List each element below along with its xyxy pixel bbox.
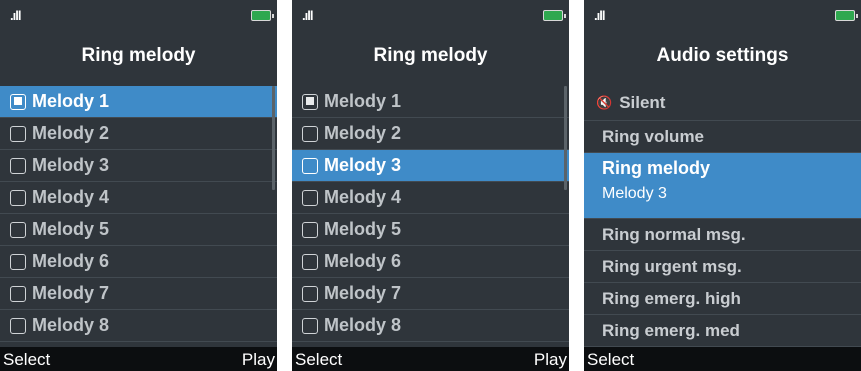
list-item-label: Melody 3 [32, 155, 110, 175]
checkbox-icon [302, 221, 318, 238]
checkbox-icon [10, 189, 26, 206]
checkbox-icon [302, 285, 318, 302]
battery-icon [835, 10, 858, 21]
list-item-label: Melody 5 [324, 219, 402, 239]
list-item-label: Ring emerg. high [602, 288, 741, 308]
list-item[interactable]: Melody 6 [0, 246, 277, 278]
list-item-ring-emerg-high[interactable]: Ring emerg. high [584, 283, 861, 315]
screen-title: Ring melody [81, 45, 196, 66]
melody-list: Melody 1 Melody 2 Melody 3 Melody 4 Melo… [0, 86, 277, 342]
checkbox-icon [10, 317, 26, 334]
select-softkey[interactable]: Select [587, 350, 634, 370]
list-item[interactable]: Melody 2 [0, 118, 277, 150]
list-item-label: Melody 5 [32, 219, 110, 239]
phone-screen-ring-melody-1: .ıll Ring melody Melody 1 Melody 2 Melod… [0, 0, 277, 371]
softkey-bar: Select Play [0, 347, 277, 371]
play-softkey[interactable]: Play [242, 350, 275, 370]
battery-icon [543, 10, 566, 21]
list-item-value: Melody 3 [602, 185, 667, 202]
list-item[interactable]: Melody 5 [292, 214, 569, 246]
list-item[interactable]: Melody 2 [292, 118, 569, 150]
list-item-label: Melody 1 [324, 91, 402, 111]
select-softkey[interactable]: Select [3, 350, 50, 370]
list-item-label: Silent [619, 93, 666, 112]
checkbox-icon [302, 157, 318, 174]
list-item-ring-urgent-msg[interactable]: Ring urgent msg. [584, 251, 861, 283]
list-item[interactable]: Melody 8 [292, 310, 569, 342]
melody-list: Melody 1 Melody 2 Melody 3 Melody 4 Melo… [292, 86, 569, 342]
list-item-label: Melody 7 [32, 283, 110, 303]
checkbox-icon [10, 125, 26, 142]
list-item-label: Ring urgent msg. [602, 256, 742, 276]
list-item[interactable]: Melody 7 [0, 278, 277, 310]
list-item[interactable]: Melody 1 [0, 86, 277, 118]
scrollbar[interactable] [564, 86, 567, 190]
list-item-label: Ring emerg. med [602, 320, 740, 340]
checkbox-icon [10, 253, 26, 270]
checkbox-icon [10, 157, 26, 174]
status-bar: .ıll [584, 0, 861, 36]
checkbox-icon [302, 253, 318, 270]
status-bar: .ıll [0, 0, 277, 36]
list-item-label: Melody 2 [32, 123, 110, 143]
list-item-label: Ring melody [602, 158, 711, 178]
list-item-label: Melody 8 [32, 315, 110, 335]
list-item[interactable]: Melody 6 [292, 246, 569, 278]
phone-screen-audio-settings: .ıll Audio settings 🔇 Silent Ring volume … [584, 0, 861, 371]
play-softkey[interactable]: Play [534, 350, 567, 370]
list-item[interactable]: Melody 5 [0, 214, 277, 246]
speaker-muted-icon: 🔇 [596, 95, 613, 110]
checkbox-icon [10, 93, 26, 110]
scrollbar[interactable] [272, 86, 275, 190]
softkey-bar: Select Play [292, 347, 569, 371]
list-item-label: Melody 6 [324, 251, 402, 271]
checkbox-icon [302, 317, 318, 334]
list-item-label: Melody 8 [324, 315, 402, 335]
checkbox-icon [10, 285, 26, 302]
list-item-ring-melody[interactable]: Ring melody Melody 3 [584, 153, 861, 219]
list-item-ring-normal-msg[interactable]: Ring normal msg. [584, 219, 861, 251]
list-item-ring-emerg-med[interactable]: Ring emerg. med [584, 315, 861, 347]
signal-strength-icon: .ıll [594, 8, 605, 23]
list-item-label: Ring volume [602, 126, 705, 146]
signal-strength-icon: .ıll [10, 8, 21, 23]
checkbox-icon [302, 125, 318, 142]
signal-strength-icon: .ıll [302, 8, 313, 23]
list-item[interactable]: Melody 4 [0, 182, 277, 214]
status-bar: .ıll [292, 0, 569, 36]
screen-title: Ring melody [373, 45, 488, 66]
list-item-label: Melody 1 [32, 91, 110, 111]
list-item-ring-volume[interactable]: Ring volume [584, 121, 861, 153]
screen-title: Audio settings [656, 45, 789, 66]
audio-settings-list: 🔇 Silent Ring volume Ring melody Melody 3… [584, 86, 861, 347]
list-item[interactable]: Melody 3 [0, 150, 277, 182]
list-item-label: Melody 4 [32, 187, 110, 207]
softkey-bar: Select [584, 347, 861, 371]
list-item[interactable]: Melody 7 [292, 278, 569, 310]
list-item[interactable]: Melody 1 [292, 86, 569, 118]
phone-screen-ring-melody-2: .ıll Ring melody Melody 1 Melody 2 Melod… [292, 0, 569, 371]
list-item-label: Ring normal msg. [602, 224, 746, 244]
list-item[interactable]: Melody 8 [0, 310, 277, 342]
select-softkey[interactable]: Select [295, 350, 342, 370]
list-item[interactable]: Melody 4 [292, 182, 569, 214]
list-item-label: Melody 4 [324, 187, 402, 207]
list-item-label: Melody 7 [324, 283, 402, 303]
checkbox-icon [302, 93, 318, 110]
battery-icon [251, 10, 274, 21]
checkbox-icon [302, 189, 318, 206]
list-item-label: Melody 2 [324, 123, 402, 143]
list-item-label: Melody 3 [324, 155, 402, 175]
list-item-label: Melody 6 [32, 251, 110, 271]
checkbox-icon [10, 221, 26, 238]
list-item-silent[interactable]: 🔇 Silent [584, 86, 861, 121]
list-item[interactable]: Melody 3 [292, 150, 569, 182]
